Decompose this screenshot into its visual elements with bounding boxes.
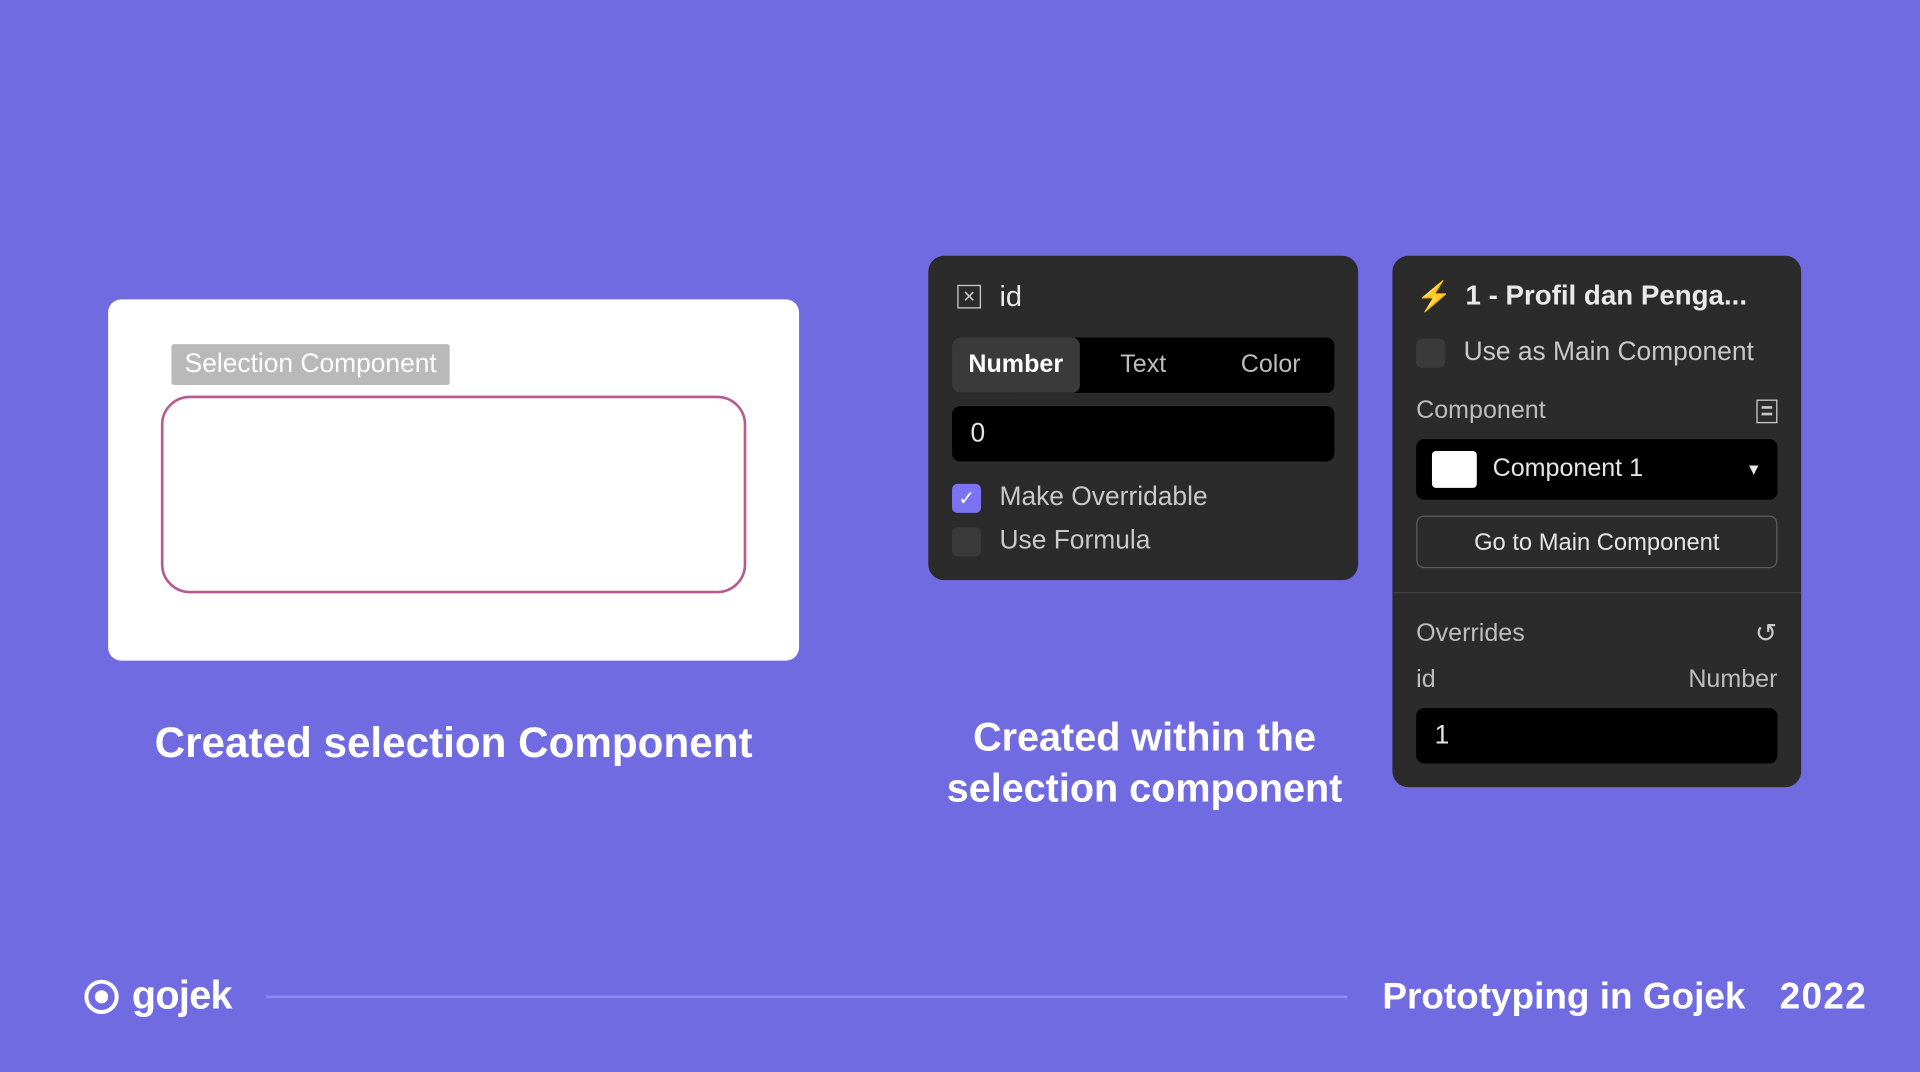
footer-title: Prototyping in Gojek bbox=[1382, 976, 1745, 1018]
variable-value-input[interactable] bbox=[952, 406, 1334, 461]
type-tab-number[interactable]: Number bbox=[952, 338, 1079, 393]
make-overridable-checkbox[interactable]: ✓ bbox=[952, 483, 981, 512]
footer-divider bbox=[266, 996, 1348, 999]
use-as-main-label: Use as Main Component bbox=[1464, 338, 1754, 368]
component-select[interactable]: Component 1 ▼ bbox=[1416, 439, 1777, 500]
lightning-icon: ⚡ bbox=[1416, 280, 1452, 314]
override-key: id bbox=[1416, 666, 1436, 695]
type-tab-color[interactable]: Color bbox=[1207, 338, 1334, 393]
variable-name: id bbox=[999, 280, 1022, 314]
footer: gojek Prototyping in Gojek 2022 bbox=[84, 974, 1867, 1019]
overrides-label: Overrides bbox=[1416, 619, 1525, 648]
go-to-main-button[interactable]: Go to Main Component bbox=[1416, 516, 1777, 569]
list-icon[interactable] bbox=[1756, 400, 1777, 424]
close-icon[interactable]: ✕ bbox=[957, 285, 981, 309]
type-tab-text[interactable]: Text bbox=[1079, 338, 1206, 393]
type-segmented-control: Number Text Color bbox=[952, 338, 1334, 393]
selection-frame[interactable] bbox=[161, 396, 746, 594]
variable-panel: ✕ id Number Text Color ✓ Make Overridabl… bbox=[928, 256, 1358, 580]
component-section-label: Component bbox=[1416, 397, 1546, 426]
footer-year: 2022 bbox=[1780, 976, 1867, 1018]
make-overridable-label: Make Overridable bbox=[999, 483, 1207, 513]
brand-mark-icon bbox=[84, 980, 118, 1014]
component-panel: ⚡ 1 - Profil dan Penga... Use as Main Co… bbox=[1392, 256, 1801, 787]
component-select-label: Component 1 bbox=[1493, 455, 1730, 484]
selection-component-card: Selection Component bbox=[108, 299, 799, 660]
component-title: 1 - Profil dan Penga... bbox=[1465, 281, 1777, 313]
chevron-down-icon: ▼ bbox=[1746, 460, 1762, 478]
refresh-icon[interactable]: ↻ bbox=[1755, 617, 1777, 650]
override-type: Number bbox=[1688, 666, 1777, 695]
use-as-main-checkbox[interactable] bbox=[1416, 338, 1445, 367]
divider bbox=[1392, 592, 1801, 593]
caption-middle: Created within the selection component bbox=[923, 712, 1366, 815]
selection-component-badge: Selection Component bbox=[171, 344, 450, 385]
use-formula-checkbox[interactable] bbox=[952, 527, 981, 556]
override-value-input[interactable] bbox=[1416, 708, 1777, 763]
caption-left: Created selection Component bbox=[108, 719, 799, 768]
component-swatch bbox=[1432, 451, 1477, 488]
brand-logo: gojek bbox=[84, 974, 231, 1019]
use-formula-label: Use Formula bbox=[999, 526, 1150, 556]
brand-name: gojek bbox=[132, 974, 232, 1019]
